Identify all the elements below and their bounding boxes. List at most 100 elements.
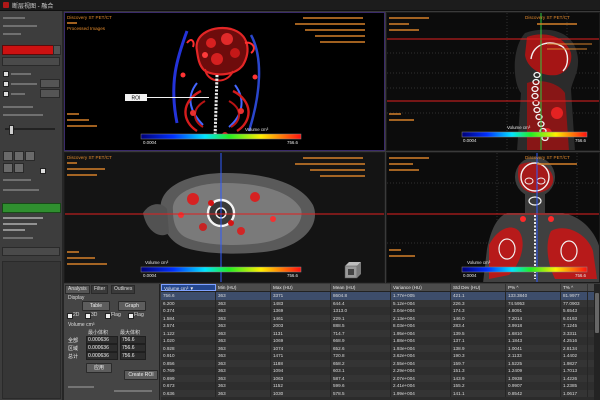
- table-cell: 0.928: [161, 344, 216, 352]
- table-cell: 1369: [271, 307, 331, 315]
- value-field[interactable]: [40, 89, 60, 98]
- min-volume-field[interactable]: 0.000636: [86, 352, 118, 360]
- apply-button[interactable]: 应用: [86, 363, 112, 373]
- color-selector-bar[interactable]: [2, 45, 54, 55]
- table-button[interactable]: Table: [82, 301, 110, 311]
- option-checkbox[interactable]: [3, 71, 9, 77]
- column-header[interactable]: Max (HU): [271, 284, 331, 291]
- table-cell: 174.3: [451, 307, 506, 315]
- table-row[interactable]: 0.374 363 1369 1313.0 3.04e+004 174.3 4.8091 5.…: [161, 307, 594, 315]
- colorbar-min: 0.0004: [143, 140, 157, 145]
- results-table: Volume cm³ ▼ Min (HU) Max (HU) Mean (HU) Var…: [161, 284, 600, 400]
- table-cell: 0.9907: [506, 382, 561, 390]
- panel-text-line: [3, 25, 37, 27]
- tab-analysis[interactable]: Analysis: [65, 285, 90, 294]
- colorbar-title: Volume cm³: [507, 125, 531, 130]
- dropdown-field[interactable]: [2, 57, 60, 66]
- overlay-text-line: [303, 157, 363, 159]
- overlay-text-line: [389, 163, 413, 165]
- table-cell: 363: [216, 314, 271, 322]
- overlay-text: Discovery ST PET/CT: [67, 155, 112, 160]
- column-header[interactable]: T% ^: [561, 284, 588, 291]
- table-cell: 1.0041: [506, 344, 561, 352]
- table-cell: 1.0938: [506, 374, 561, 382]
- table-cell: 363: [216, 322, 271, 330]
- table-row[interactable]: 0.699 363 1063 587.4 2.07e+004 143.9 1.0938 1.4…: [161, 374, 594, 382]
- overlay-text-line: [67, 251, 79, 253]
- tool-icon[interactable]: [3, 163, 13, 173]
- option-checkbox[interactable]: [3, 81, 9, 87]
- panel-empty-area: [2, 261, 61, 399]
- overlay-text-line: [305, 29, 365, 31]
- table-row[interactable]: 6.200 363 1483 644.4 5.12e+004 226.3 74.5953 77…: [161, 299, 594, 307]
- colorbar-title: Volume cm³: [467, 260, 491, 265]
- table-cell: 143.9: [451, 374, 506, 382]
- table-row[interactable]: 0.856 363 1188 658.2 2.55e+004 159.7 1.5225 1.9…: [161, 359, 594, 367]
- scrollbar-thumb[interactable]: [595, 293, 599, 333]
- window-title: 断层视图 - 融合: [12, 4, 54, 10]
- table-scrollbar[interactable]: [594, 284, 600, 400]
- column-header[interactable]: Mean (HU): [331, 284, 391, 291]
- tab-outlines[interactable]: Outlines: [111, 285, 136, 294]
- table-cell: 1313.0: [331, 307, 391, 315]
- opacity-slider-thumb[interactable]: [9, 125, 14, 135]
- table-cell: 363: [216, 337, 271, 345]
- table-cell: 1030: [271, 389, 331, 397]
- table-row[interactable]: 0.636 363 1030 578.5 1.99e+004 141.1 0.8542 1.0…: [161, 389, 594, 397]
- table-cell: 1.2385: [561, 382, 588, 390]
- table-cell: 1.88e+004: [391, 337, 451, 345]
- table-cell: 8604.8: [331, 292, 391, 300]
- min-volume-field[interactable]: 0.000636: [86, 344, 118, 352]
- table-row[interactable]: 0.769 363 1094 603.1 2.29e+004 151.3 1.2409 1.7…: [161, 367, 594, 375]
- max-volume-field[interactable]: 756.6: [120, 344, 146, 352]
- table-row[interactable]: 0.928 363 1074 652.6 1.93e+004 138.9 1.0041 2.8…: [161, 344, 594, 352]
- viewport-3d-volume[interactable]: ROI Discovery ST PET/CT Processed Images…: [64, 12, 385, 151]
- column-header[interactable]: Variance (HU): [391, 284, 451, 291]
- column-header[interactable]: Std Dev (HU): [451, 284, 506, 291]
- graph-button[interactable]: Graph: [118, 301, 146, 311]
- column-header[interactable]: Min (HU): [216, 284, 271, 291]
- panel-text-line: [3, 189, 39, 191]
- table-cell: 2.1133: [506, 352, 561, 360]
- table-cell: 0.636: [161, 389, 216, 397]
- table-cell: 363: [216, 359, 271, 367]
- option-checkbox[interactable]: [40, 168, 46, 174]
- overlay-text-line: [389, 255, 415, 257]
- create-roi-button[interactable]: Create ROI: [124, 370, 158, 380]
- tool-icon[interactable]: [3, 151, 13, 161]
- overlay-text-line: [389, 113, 401, 115]
- viewport-coronal[interactable]: Discovery ST PET/CT Volume cm³ 0.0004 75…: [386, 152, 600, 283]
- viewport-axial[interactable]: Discovery ST PET/CT Volume cm³ 0.0004 75…: [64, 152, 385, 283]
- table-row[interactable]: 0.910 363 1471 720.8 3.62e+004 190.3 2.1133 1.4…: [161, 352, 594, 360]
- table-row[interactable]: 3.574 363 2003 888.5 8.03e+004 283.4 3.9918 7.1…: [161, 322, 594, 330]
- table-row[interactable]: 1.020 363 1069 668.9 1.88e+004 137.1 1.1843 4.2…: [161, 337, 594, 345]
- coronal-image: [387, 153, 599, 282]
- overlay-text-line: [295, 23, 365, 25]
- max-volume-field[interactable]: 756.6: [120, 352, 146, 360]
- table-cell: 587.4: [331, 374, 391, 382]
- table-cell: 2.55e+004: [391, 359, 451, 367]
- table-row[interactable]: 1.122 363 1131 714.7 1.95e+004 139.5 1.6810 3.3…: [161, 329, 594, 337]
- colorbar-min: 0.0004: [463, 273, 477, 278]
- tool-icon[interactable]: [25, 151, 35, 161]
- color-picker-button[interactable]: [53, 45, 61, 55]
- orientation-cube-icon[interactable]: [344, 262, 361, 279]
- min-volume-field[interactable]: 0.000636: [86, 336, 118, 344]
- table-cell: 0.8542: [506, 389, 561, 397]
- column-header[interactable]: Volume cm³ ▼: [161, 284, 216, 291]
- viewport-sagittal[interactable]: Discovery ST PET/CT Volume cm³ 0.0004 75…: [386, 12, 600, 151]
- table-cell: 3.574: [161, 322, 216, 330]
- option-checkbox[interactable]: [3, 91, 9, 97]
- overlay-text-line: [315, 35, 365, 37]
- column-header[interactable]: P% ^: [506, 284, 561, 291]
- tool-icon[interactable]: [14, 151, 24, 161]
- max-volume-field[interactable]: 756.6: [120, 336, 146, 344]
- table-row[interactable]: 0.673 363 1152 599.6 2.41e+004 155.2 0.9907 1.2…: [161, 382, 594, 390]
- table-row[interactable]: 1.584 363 1461 229.1 2.13e+004 146.0 7.2014 6.0…: [161, 314, 594, 322]
- dropdown-field[interactable]: [2, 247, 60, 256]
- value-field[interactable]: [40, 79, 60, 88]
- max-volume-header: 最大体积: [120, 330, 141, 336]
- table-row[interactable]: 756.6 363 3371 8604.8 1.77e+005 421.1 133.3840…: [161, 292, 594, 300]
- tool-icon[interactable]: [14, 163, 24, 173]
- tab-filter[interactable]: Filter: [91, 285, 109, 294]
